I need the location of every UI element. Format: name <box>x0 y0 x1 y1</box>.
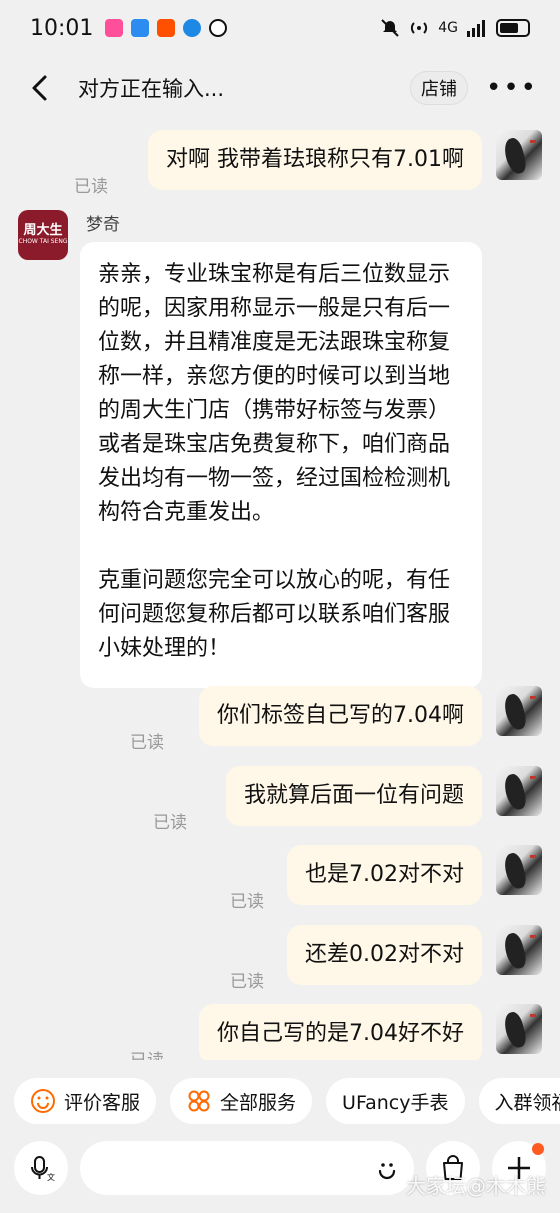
battery-icon <box>496 19 530 37</box>
qq-app-icon <box>209 19 228 37</box>
chat-header: 对方正在输入... 店铺 ••• <box>0 56 560 120</box>
shop-message[interactable]: 亲亲，专业珠宝称是有后三位数显示的呢，因家用称显示一般是只有后一位数，并且精准度… <box>80 242 482 688</box>
chat-messages[interactable]: 对啊 我带着珐琅称只有7.01啊 已读 周大生 CHOW TAI SENG 梦奇… <box>0 120 560 1060</box>
read-status: 已读 <box>74 177 108 197</box>
my-message[interactable]: 也是7.02对不对 <box>287 845 482 905</box>
emoji-icon[interactable] <box>372 1153 402 1183</box>
read-status: 已读 <box>230 892 264 912</box>
shop-logo-text: 周大生 <box>23 223 63 238</box>
browser2-app-icon <box>183 19 202 37</box>
my-avatar[interactable] <box>496 766 542 816</box>
my-avatar[interactable] <box>496 1004 542 1054</box>
network-label: 4G <box>438 20 458 36</box>
taobao-app-icon <box>157 19 176 37</box>
shop-logo-en-text: CHOW TAI SENG <box>18 238 68 245</box>
more-options-button[interactable]: ••• <box>484 73 540 103</box>
mute-icon <box>381 19 399 37</box>
watermark: 大家坛@木木熊 <box>406 1174 546 1198</box>
back-button[interactable] <box>20 68 60 108</box>
notification-dot <box>532 1143 544 1155</box>
chip-label: 全部服务 <box>220 1091 297 1114</box>
my-message[interactable]: 还差0.02对不对 <box>287 925 482 985</box>
my-avatar[interactable] <box>496 686 542 736</box>
rate-service-chip[interactable]: 评价客服 <box>14 1078 157 1124</box>
read-status: 已读 <box>130 1046 164 1060</box>
shop-avatar[interactable]: 周大生 CHOW TAI SENG <box>18 210 68 260</box>
voice-input-button[interactable]: 文 <box>14 1141 68 1195</box>
shop-button[interactable]: 店铺 <box>410 71 468 105</box>
my-avatar[interactable] <box>496 130 542 180</box>
signal-icon <box>467 20 485 37</box>
my-message[interactable]: 我就算后面一位有问题 <box>225 766 482 826</box>
browser-app-icon <box>131 19 150 37</box>
microphone-icon: 文 <box>31 1156 55 1182</box>
shop-agent-name: 梦奇 <box>86 215 120 235</box>
svg-text:文: 文 <box>47 1172 55 1182</box>
message-input-box[interactable] <box>80 1141 414 1195</box>
my-message[interactable]: 对啊 我带着珐琅称只有7.01啊 <box>148 130 482 190</box>
chip-label: 评价客服 <box>64 1091 141 1114</box>
page-title: 对方正在输入... <box>78 77 225 101</box>
read-status: 已读 <box>130 733 164 753</box>
notification-app-icons <box>105 19 228 37</box>
read-status: 已读 <box>153 813 187 833</box>
my-message[interactable]: 你们标签自己写的7.04啊 <box>199 686 482 746</box>
chip-label: UFancy手表 <box>342 1091 449 1114</box>
video-app-icon <box>105 19 124 37</box>
status-indicators: 4G <box>380 18 530 38</box>
read-status: 已读 <box>230 972 264 992</box>
all-services-chip[interactable]: 全部服务 <box>170 1078 313 1124</box>
shop-message-paragraph: 亲亲，专业珠宝称是有后三位数显示的呢，因家用称显示一般是只有后一位数，并且精准度… <box>98 262 451 525</box>
status-time: 10:01 <box>30 15 94 41</box>
my-message[interactable]: 你自己写的是7.04好不好 <box>199 1004 482 1060</box>
message-input[interactable] <box>92 1157 372 1179</box>
services-grid-icon <box>186 1088 212 1114</box>
chip-label: 入群领福 <box>494 1091 560 1114</box>
my-avatar[interactable] <box>496 925 542 975</box>
ufancy-watch-chip[interactable]: UFancy手表 <box>326 1078 465 1124</box>
hotspot-icon <box>411 22 428 34</box>
status-bar: 10:01 4G <box>0 0 560 56</box>
smiley-icon <box>30 1088 56 1114</box>
join-group-chip[interactable]: 入群领福 <box>478 1078 560 1124</box>
shop-message-paragraph: 克重问题您完全可以放心的呢，有任何问题您复称后都可以联系咱们客服小妹处理的！ <box>98 568 451 661</box>
my-avatar[interactable] <box>496 845 542 895</box>
quick-actions-bar: 评价客服 全部服务 UFancy手表 入群领福 <box>0 1072 560 1130</box>
back-arrow-icon <box>32 75 47 101</box>
